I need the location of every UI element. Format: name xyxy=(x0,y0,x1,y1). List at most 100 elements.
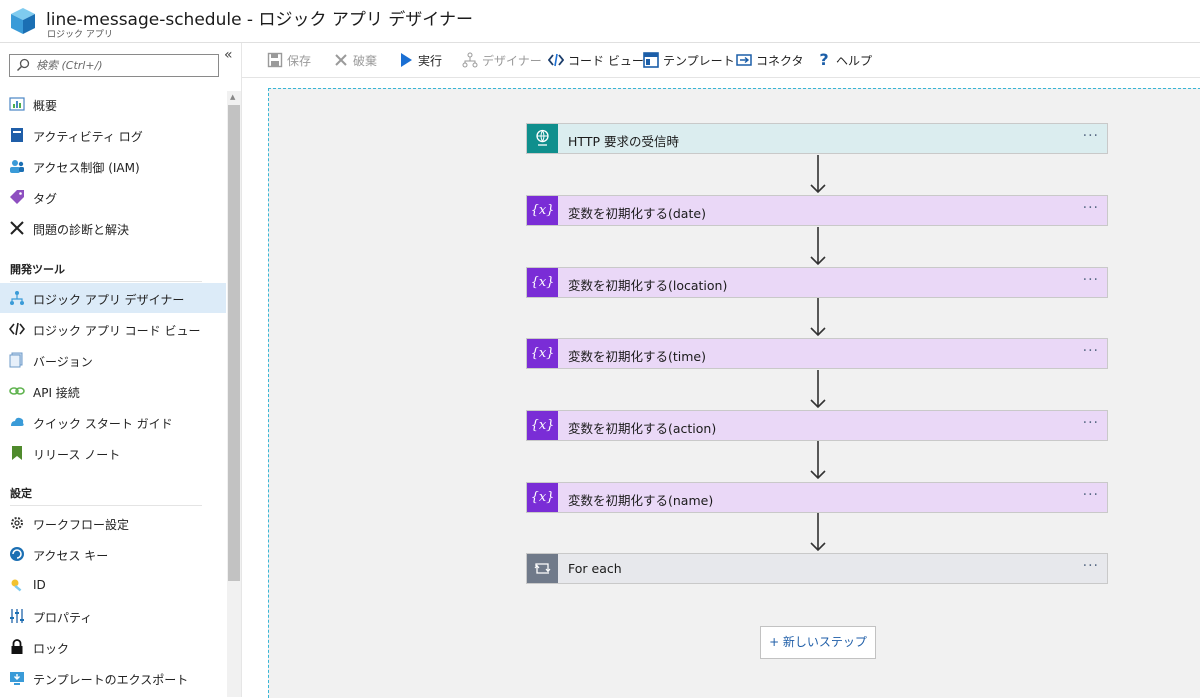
search-input[interactable] xyxy=(36,56,212,74)
template-icon xyxy=(643,52,659,68)
sidebar-item-quickstart[interactable]: クイック スタート ガイド xyxy=(0,407,226,437)
search-box[interactable] xyxy=(9,54,219,77)
scrollbar-thumb[interactable] xyxy=(228,105,240,581)
app-header: line-message-schedule - ロジック アプリ デザイナー ロ… xyxy=(0,0,1200,43)
sidebar-item-access-keys[interactable]: アクセス キー xyxy=(0,539,226,569)
canvas-area xyxy=(268,88,1200,698)
scroll-up-arrow-icon[interactable]: ▲ xyxy=(230,93,235,101)
activity-log-icon xyxy=(11,128,23,142)
sidebar-item-identity[interactable]: ID xyxy=(0,570,226,600)
help-icon: ? xyxy=(819,50,829,69)
workflow-step-for-each[interactable]: For each ··· xyxy=(526,553,1108,584)
collapse-sidebar-button[interactable]: « xyxy=(224,47,233,63)
workflow-step-trigger[interactable]: HTTP 要求の受信時 ··· xyxy=(526,123,1108,154)
sidebar-item-designer[interactable]: ロジック アプリ デザイナー xyxy=(0,283,226,313)
sidebar-item-diagnose[interactable]: 問題の診断と解決 xyxy=(0,213,226,243)
code-icon xyxy=(548,53,564,67)
sidebar-item-label: ワークフロー設定 xyxy=(33,518,130,532)
variable-icon: {x} xyxy=(527,268,558,297)
step-title: 変数を初期化する(date) xyxy=(568,206,706,221)
more-options-icon[interactable]: ··· xyxy=(1083,128,1099,144)
more-options-icon[interactable]: ··· xyxy=(1083,343,1099,359)
flow-arrow-icon xyxy=(810,227,826,266)
step-title: 変数を初期化する(time) xyxy=(568,349,706,364)
designer-toolbar: 保存 破棄 実行 デザイナー コード ビュー テンプレート コネクタ ? ヘルプ xyxy=(242,43,1200,78)
wrench-icon xyxy=(10,221,24,235)
step-title: HTTP 要求の受信時 xyxy=(568,134,679,149)
close-icon xyxy=(335,54,347,66)
workflow-step-init-time[interactable]: {x} 変数を初期化する(time) ··· xyxy=(526,338,1108,369)
step-title: 変数を初期化する(name) xyxy=(568,493,714,508)
sidebar-item-label: ロジック アプリ デザイナー xyxy=(33,293,185,307)
variable-icon: {x} xyxy=(527,339,558,368)
tag-icon xyxy=(10,190,24,204)
sidebar-item-label: ID xyxy=(33,578,46,592)
variable-icon: {x} xyxy=(527,411,558,440)
sidebar-item-tags[interactable]: タグ xyxy=(0,182,226,212)
step-title: For each xyxy=(568,561,622,576)
workflow-step-init-location[interactable]: {x} 変数を初期化する(location) ··· xyxy=(526,267,1108,298)
flow-arrow-icon xyxy=(810,441,826,480)
designer-icon xyxy=(10,291,24,305)
flow-arrow-icon xyxy=(810,370,826,409)
sidebar-item-label: API 接続 xyxy=(33,386,80,400)
sidebar-item-versions[interactable]: バージョン xyxy=(0,345,226,375)
properties-icon xyxy=(10,609,24,623)
overview-icon xyxy=(9,97,25,111)
workflow-step-init-date[interactable]: {x} 変数を初期化する(date) ··· xyxy=(526,195,1108,226)
sidebar-item-overview[interactable]: 概要 xyxy=(0,89,226,119)
sidebar-item-label: ロック xyxy=(33,642,70,656)
access-key-icon xyxy=(10,547,24,561)
sidebar-item-label: 概要 xyxy=(33,99,58,113)
sidebar-item-activity-log[interactable]: アクティビティ ログ xyxy=(0,120,226,150)
flow-arrow-icon xyxy=(810,513,826,552)
more-options-icon[interactable]: ··· xyxy=(1083,200,1099,216)
identity-icon xyxy=(11,579,22,592)
sidebar-item-properties[interactable]: プロパティ xyxy=(0,601,226,631)
more-options-icon[interactable]: ··· xyxy=(1083,558,1099,574)
designer-canvas xyxy=(242,78,1200,698)
sidebar-item-label: 問題の診断と解決 xyxy=(33,223,130,237)
sidebar-item-label: タグ xyxy=(33,192,58,206)
save-icon xyxy=(267,52,283,68)
sidebar-item-locks[interactable]: ロック xyxy=(0,632,226,662)
sidebar-item-code-view[interactable]: ロジック アプリ コード ビュー xyxy=(0,314,226,344)
sidebar-item-label: リリース ノート xyxy=(33,448,121,462)
sidebar-item-export-template[interactable]: テンプレートのエクスポート xyxy=(0,663,226,693)
loop-icon xyxy=(527,554,558,583)
flow-arrow-icon xyxy=(810,298,826,337)
page-subtitle: ロジック アプリ xyxy=(47,30,113,40)
more-options-icon[interactable]: ··· xyxy=(1083,487,1099,503)
section-settings: 設定 xyxy=(10,487,32,500)
workflow-step-init-action[interactable]: {x} 変数を初期化する(action) ··· xyxy=(526,410,1108,441)
sidebar-item-label: ロジック アプリ コード ビュー xyxy=(33,324,201,338)
section-dev-tools: 開発ツール xyxy=(10,263,65,276)
section-divider xyxy=(10,281,202,282)
iam-icon xyxy=(10,160,24,173)
sidebar-item-api-connections[interactable]: API 接続 xyxy=(0,376,226,406)
variable-icon: {x} xyxy=(527,483,558,512)
more-options-icon[interactable]: ··· xyxy=(1083,272,1099,288)
code-icon xyxy=(9,322,25,336)
sidebar-item-workflow-settings[interactable]: ワークフロー設定 xyxy=(0,508,226,538)
new-step-button[interactable]: + 新しいステップ xyxy=(760,626,876,659)
api-connection-icon xyxy=(9,387,25,395)
sidebar-item-label: テンプレートのエクスポート xyxy=(33,673,189,687)
logic-app-icon xyxy=(11,8,35,34)
sidebar-item-release-notes[interactable]: リリース ノート xyxy=(0,438,226,468)
gear-icon xyxy=(11,517,23,529)
play-icon xyxy=(401,53,412,67)
step-title: 変数を初期化する(location) xyxy=(568,278,728,293)
more-options-icon[interactable]: ··· xyxy=(1083,415,1099,431)
sidebar-item-iam[interactable]: アクセス制御 (IAM) xyxy=(0,151,226,181)
http-request-icon xyxy=(527,124,558,153)
sidebar-item-label: アクセス キー xyxy=(33,549,109,563)
sidebar-item-label: アクセス制御 (IAM) xyxy=(33,161,140,175)
variable-icon: {x} xyxy=(527,196,558,225)
version-icon xyxy=(9,352,23,368)
export-template-icon xyxy=(10,672,24,685)
sidebar-scrollbar[interactable]: ▲ xyxy=(227,91,241,697)
sidebar-item-label: プロパティ xyxy=(33,611,93,625)
workflow-step-init-name[interactable]: {x} 変数を初期化する(name) ··· xyxy=(526,482,1108,513)
sidebar-item-label: クイック スタート ガイド xyxy=(33,417,173,431)
